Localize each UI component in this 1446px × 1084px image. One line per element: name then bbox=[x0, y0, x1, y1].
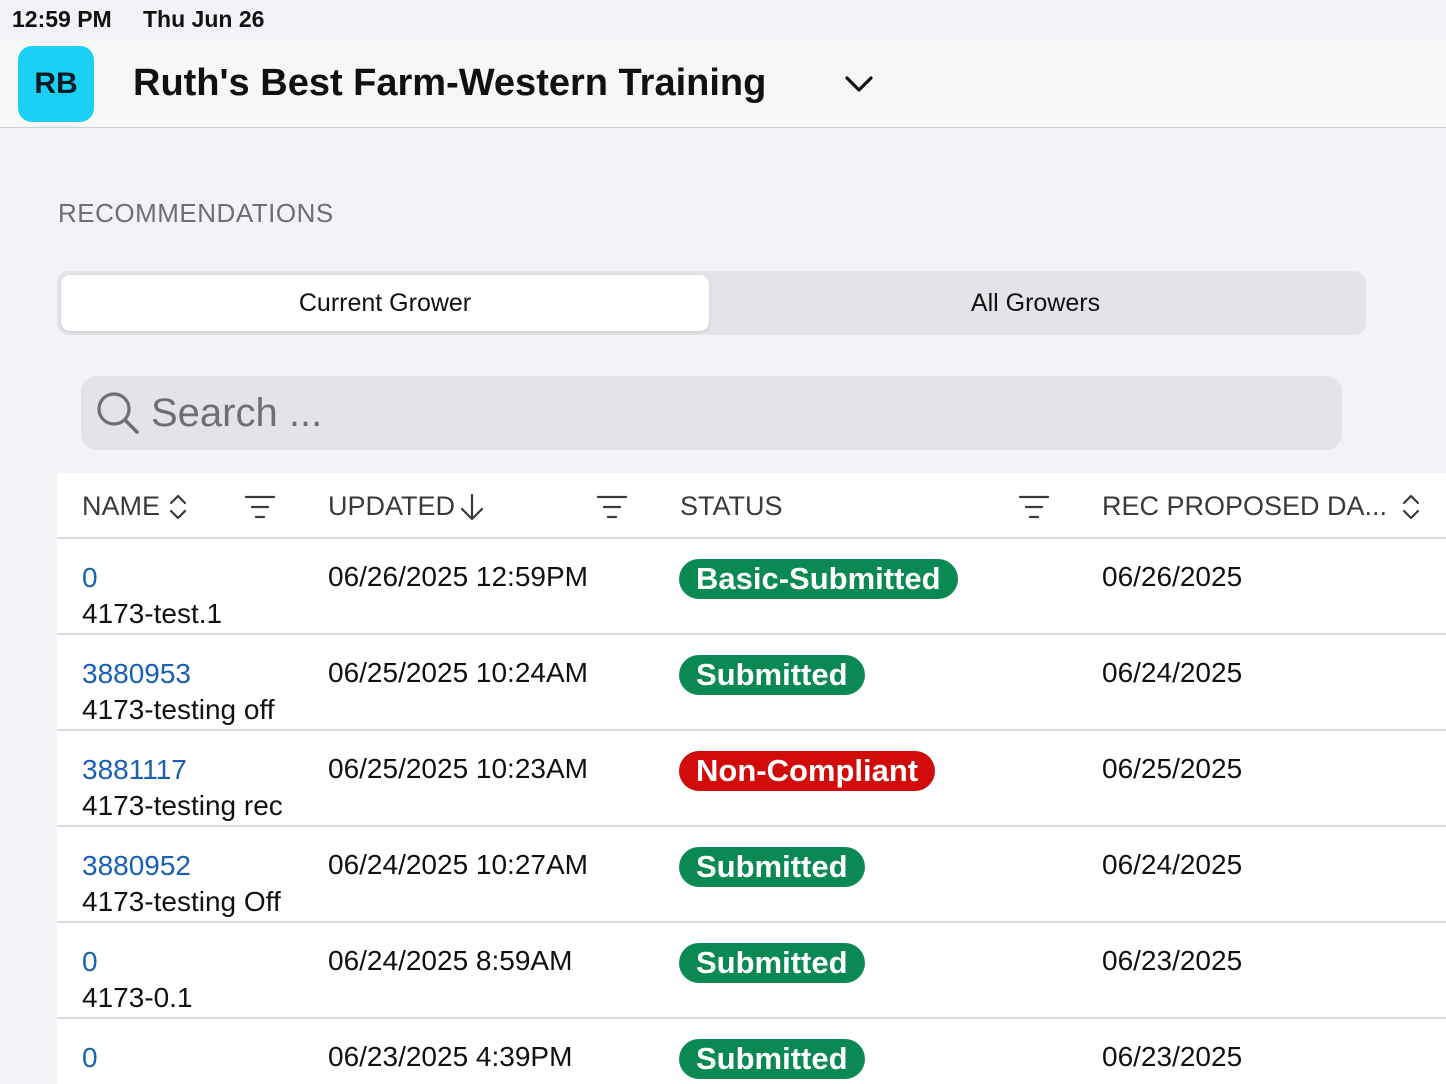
cell-updated: 06/26/2025 12:59PM bbox=[328, 561, 588, 592]
search-bar bbox=[81, 376, 1342, 450]
table-row[interactable]: 3880953 4173-testing off 06/25/2025 10:2… bbox=[57, 635, 1446, 731]
cell-status: Submitted bbox=[679, 655, 865, 695]
status-time: 12:59 PM bbox=[12, 6, 112, 32]
rec-id-link[interactable]: 3881117 bbox=[82, 753, 302, 787]
cell-status: Submitted bbox=[679, 1039, 865, 1079]
status-badge: Submitted bbox=[679, 943, 865, 983]
status-bar: 12:59 PM Thu Jun 26 bbox=[0, 0, 1446, 40]
rec-id-link[interactable]: 3880952 bbox=[82, 849, 302, 883]
filter-icon[interactable] bbox=[596, 493, 628, 521]
cell-updated: 06/25/2025 10:24AM bbox=[328, 657, 588, 688]
cell-rec-proposed-date: 06/26/2025 bbox=[1102, 561, 1243, 592]
sort-updown-icon[interactable] bbox=[1401, 492, 1421, 522]
farm-title[interactable]: Ruth's Best Farm-Western Training bbox=[133, 62, 766, 105]
cell-name: 0 4173-0.1 bbox=[82, 945, 302, 1017]
cell-rec-proposed-date: 06/24/2025 bbox=[1102, 849, 1243, 880]
filter-icon[interactable] bbox=[244, 493, 276, 521]
recommendations-table: NAME UPDATED STATUS REC PROPOSED DA... 0… bbox=[57, 473, 1446, 1084]
column-status-label: STATUS bbox=[680, 491, 783, 521]
rec-name: 4173-testing off bbox=[82, 694, 275, 725]
segment-current-grower[interactable]: Current Grower bbox=[61, 275, 709, 331]
status-badge: Submitted bbox=[679, 1039, 865, 1079]
cell-rec-proposed-date: 06/23/2025 bbox=[1102, 1041, 1243, 1072]
status-date: Thu Jun 26 bbox=[143, 6, 265, 32]
table-row[interactable]: 0 06/23/2025 4:39PM Submitted 06/23/2025 bbox=[57, 1019, 1446, 1084]
sort-updown-icon[interactable] bbox=[168, 492, 188, 522]
column-name-label: NAME bbox=[82, 491, 161, 521]
column-header-rec-proposed-date[interactable]: REC PROPOSED DA... bbox=[1102, 491, 1421, 522]
section-title: RECOMMENDATIONS bbox=[58, 198, 334, 228]
cell-name: 3880953 4173-testing off bbox=[82, 657, 302, 729]
status-badge: Submitted bbox=[679, 847, 865, 887]
status-badge: Basic-Submitted bbox=[679, 559, 958, 599]
rec-id-link[interactable]: 0 bbox=[82, 945, 302, 979]
column-header-name[interactable]: NAME bbox=[82, 491, 188, 522]
sort-desc-arrow-icon[interactable] bbox=[459, 492, 485, 522]
column-header-status[interactable]: STATUS bbox=[680, 491, 783, 522]
column-header-updated[interactable]: UPDATED bbox=[328, 491, 485, 522]
segment-all-growers[interactable]: All Growers bbox=[709, 275, 1362, 331]
cell-name: 0 bbox=[82, 1041, 302, 1075]
rec-id-link[interactable]: 3880953 bbox=[82, 657, 302, 691]
status-badge: Submitted bbox=[679, 655, 865, 695]
cell-status: Non-Compliant bbox=[679, 751, 936, 791]
cell-status: Basic-Submitted bbox=[679, 559, 958, 599]
cell-updated: 06/24/2025 8:59AM bbox=[328, 945, 573, 976]
farm-avatar[interactable]: RB bbox=[18, 46, 94, 122]
rec-name: 4173-testing rec bbox=[82, 790, 283, 821]
table-header: NAME UPDATED STATUS REC PROPOSED DA... bbox=[57, 473, 1446, 539]
cell-rec-proposed-date: 06/23/2025 bbox=[1102, 945, 1243, 976]
cell-rec-proposed-date: 06/24/2025 bbox=[1102, 657, 1243, 688]
cell-name: 3881117 4173-testing rec bbox=[82, 753, 302, 825]
search-icon bbox=[97, 392, 139, 434]
cell-updated: 06/24/2025 10:27AM bbox=[328, 849, 588, 880]
cell-status: Submitted bbox=[679, 943, 865, 983]
chevron-down-icon[interactable] bbox=[843, 70, 875, 98]
table-row[interactable]: 3880952 4173-testing Off 06/24/2025 10:2… bbox=[57, 827, 1446, 923]
app-header: RB Ruth's Best Farm-Western Training bbox=[0, 40, 1446, 128]
grower-segmented-control: Current Grower All Growers bbox=[57, 271, 1366, 335]
cell-name: 0 4173-test.1 bbox=[82, 561, 302, 633]
rec-name: 4173-testing Off bbox=[82, 886, 281, 917]
rec-name: 4173-test.1 bbox=[82, 598, 223, 629]
rec-name: 4173-0.1 bbox=[82, 982, 193, 1013]
cell-updated: 06/23/2025 4:39PM bbox=[328, 1041, 573, 1072]
table-row[interactable]: 0 4173-test.1 06/26/2025 12:59PM Basic-S… bbox=[57, 539, 1446, 635]
filter-icon[interactable] bbox=[1018, 493, 1050, 521]
rec-id-link[interactable]: 0 bbox=[82, 1041, 302, 1075]
column-rec-proposed-date-label: REC PROPOSED DA... bbox=[1102, 491, 1388, 521]
cell-rec-proposed-date: 06/25/2025 bbox=[1102, 753, 1243, 784]
search-input[interactable] bbox=[151, 386, 1321, 440]
table-row[interactable]: 0 4173-0.1 06/24/2025 8:59AM Submitted 0… bbox=[57, 923, 1446, 1019]
rec-id-link[interactable]: 0 bbox=[82, 561, 302, 595]
cell-status: Submitted bbox=[679, 847, 865, 887]
column-updated-label: UPDATED bbox=[328, 491, 456, 521]
cell-updated: 06/25/2025 10:23AM bbox=[328, 753, 588, 784]
status-badge: Non-Compliant bbox=[679, 751, 936, 791]
table-row[interactable]: 3881117 4173-testing rec 06/25/2025 10:2… bbox=[57, 731, 1446, 827]
cell-name: 3880952 4173-testing Off bbox=[82, 849, 302, 921]
